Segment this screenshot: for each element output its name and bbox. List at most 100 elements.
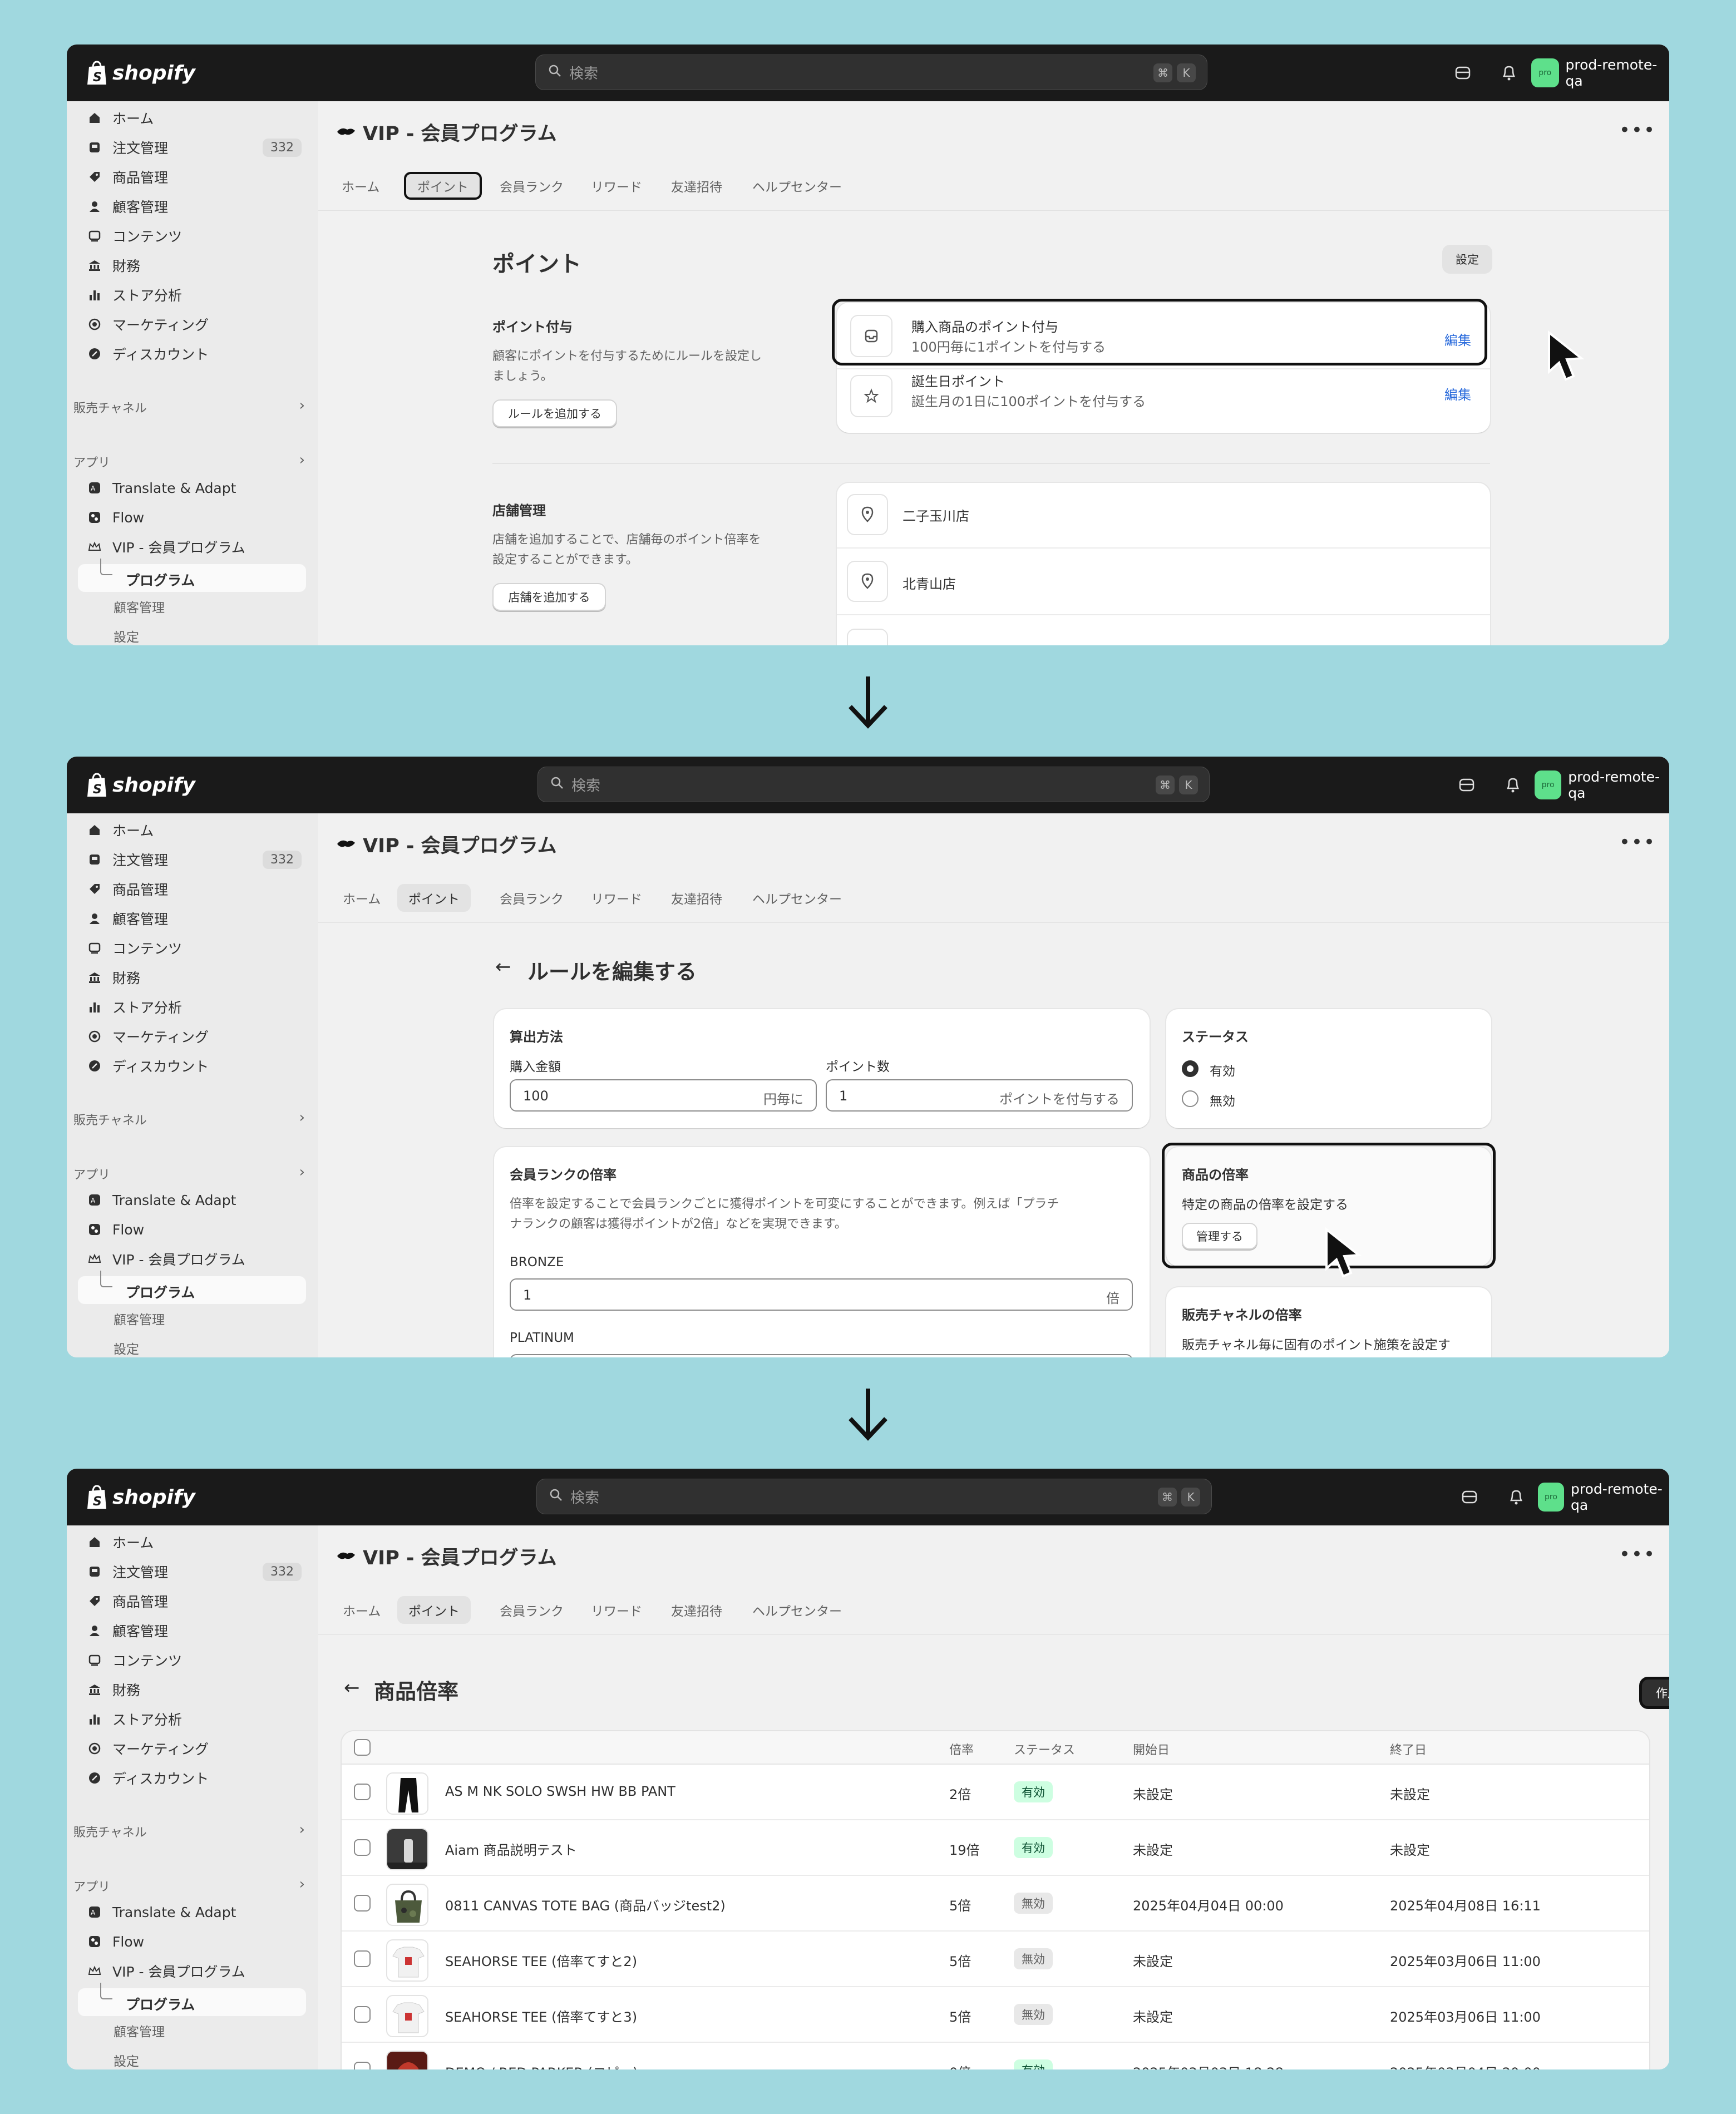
sidebar-item-finance[interactable]: 財務 xyxy=(87,964,309,991)
sidebar-item-home[interactable]: ホーム xyxy=(87,105,309,131)
product-name[interactable]: DEMO / RED PARKER (コピー) xyxy=(445,2062,638,2069)
sidebar-item-discounts[interactable]: ディスカウント xyxy=(87,340,309,367)
tab-rewards[interactable]: リワード xyxy=(580,172,653,200)
row-checkbox[interactable] xyxy=(354,2062,371,2069)
sidebar-subitem-program[interactable]: プログラム xyxy=(78,559,306,592)
sidebar-item-orders[interactable]: 注文管理 332 xyxy=(87,846,309,873)
search-input[interactable]: 検索 ⌘ K xyxy=(537,767,1210,802)
tab-rewards[interactable]: リワード xyxy=(580,884,653,912)
tab-referral[interactable]: 友達招待 xyxy=(660,172,733,200)
tab-help-center[interactable]: ヘルプセンター xyxy=(741,172,853,200)
tab-rewards[interactable]: リワード xyxy=(580,1596,653,1624)
sidebar-item-flow[interactable]: Flow xyxy=(87,504,309,531)
sidebar-item-customers[interactable]: 顧客管理 xyxy=(87,1617,309,1644)
sales-channels-section[interactable]: 販売チャネル › xyxy=(73,397,313,416)
product-name[interactable]: Aiam 商品説明テスト xyxy=(445,1839,577,1859)
column-header-rate[interactable]: 倍率 xyxy=(949,1740,974,1758)
sidebar-item-translate-adapt[interactable]: A Translate & Adapt xyxy=(87,1187,309,1213)
sidebar-item-home[interactable]: ホーム xyxy=(87,1529,309,1555)
bell-icon[interactable] xyxy=(1497,61,1521,85)
tab-points[interactable]: ポイント xyxy=(404,172,482,200)
table-row[interactable]: SEAHORSE TEE (倍率てすと3) 5倍 無効 未設定 2025年03月06日 … xyxy=(342,1987,1649,2043)
table-row[interactable]: SEAHORSE TEE (倍率てすと2) 5倍 無効 未設定 2025年03月06日 … xyxy=(342,1932,1649,1987)
apps-section[interactable]: アプリ › xyxy=(73,1876,313,1895)
product-name[interactable]: 0811 CANVAS TOTE BAG (商品バッジtest2) xyxy=(445,1895,726,1914)
bronze-multiplier-input[interactable]: 1倍 xyxy=(510,1278,1133,1311)
select-all-checkbox[interactable] xyxy=(354,1739,371,1756)
more-actions-button[interactable]: ••• xyxy=(1619,1543,1656,1565)
settings-button[interactable]: 設定 xyxy=(1442,245,1492,274)
sidebar-subitem-program[interactable]: プログラム xyxy=(78,1271,306,1304)
tab-points[interactable]: ポイント xyxy=(397,1596,471,1624)
store-switcher[interactable]: pro prod-remote-qa xyxy=(1535,769,1669,801)
add-rule-button[interactable]: ルールを追加する xyxy=(492,399,617,427)
sidebar-item-marketing[interactable]: マーケティング xyxy=(87,311,309,338)
sidebar-item-content[interactable]: コンテンツ xyxy=(87,1647,309,1673)
sidebar-item-vip[interactable]: VIP - 会員プログラム xyxy=(87,534,309,560)
shopify-logo[interactable]: S shopify xyxy=(86,769,195,801)
tab-ranks[interactable]: 会員ランク xyxy=(489,172,575,200)
tab-points[interactable]: ポイント xyxy=(397,884,471,912)
sidebar-item-content[interactable]: コンテンツ xyxy=(87,935,309,961)
sidebar-subitem-customers[interactable]: 顧客管理 xyxy=(114,597,165,616)
sidebar-item-home[interactable]: ホーム xyxy=(87,817,309,843)
shopify-logo[interactable]: S shopify xyxy=(86,57,195,89)
tab-home[interactable]: ホーム xyxy=(332,884,392,912)
back-arrow-icon[interactable]: ← xyxy=(495,956,511,978)
sidebar-item-marketing[interactable]: マーケティング xyxy=(87,1023,309,1050)
sidebar-item-customers[interactable]: 顧客管理 xyxy=(87,193,309,220)
sidebar-item-orders[interactable]: 注文管理 332 xyxy=(87,134,309,161)
search-input[interactable]: 検索 ⌘ K xyxy=(535,55,1207,90)
sidebar-item-discounts[interactable]: ディスカウント xyxy=(87,1053,309,1079)
table-row[interactable]: Aiam 商品説明テスト 19倍 有効 未設定 未設定 xyxy=(342,1820,1649,1876)
bell-icon[interactable] xyxy=(1505,1485,1528,1509)
tab-help-center[interactable]: ヘルプセンター xyxy=(741,884,853,912)
add-store-button[interactable]: 店舗を追加する xyxy=(492,583,606,611)
sidebar-item-orders[interactable]: 注文管理 332 xyxy=(87,1558,309,1585)
table-row[interactable]: 0811 CANVAS TOTE BAG (商品バッジtest2) 5倍 無効 202… xyxy=(342,1876,1649,1932)
sidebar-subitem-program[interactable]: プログラム xyxy=(78,1983,306,2016)
row-checkbox[interactable] xyxy=(354,2006,371,2023)
sidebar-subitem-settings[interactable]: 設定 xyxy=(114,2051,139,2069)
product-name[interactable]: SEAHORSE TEE (倍率てすと3) xyxy=(445,2006,637,2026)
search-input[interactable]: 検索 ⌘ K xyxy=(536,1479,1212,1514)
status-active-radio[interactable] xyxy=(1182,1060,1199,1077)
tab-referral[interactable]: 友達招待 xyxy=(660,884,733,912)
sidebar-item-customers[interactable]: 顧客管理 xyxy=(87,905,309,932)
sidebar-item-translate-adapt[interactable]: A Translate & Adapt xyxy=(87,1899,309,1925)
tab-home[interactable]: ホーム xyxy=(331,172,391,200)
store-switcher[interactable]: pro prod-remote-qa xyxy=(1538,1481,1669,1513)
product-name[interactable]: SEAHORSE TEE (倍率てすと2) xyxy=(445,1950,637,1970)
sidebar-subitem-customers[interactable]: 顧客管理 xyxy=(114,1309,165,1328)
tab-referral[interactable]: 友達招待 xyxy=(660,1596,733,1624)
sidekick-icon[interactable] xyxy=(1455,773,1478,797)
apps-section[interactable]: アプリ › xyxy=(73,452,313,471)
row-checkbox[interactable] xyxy=(354,1784,371,1800)
points-input[interactable]: 1 ポイントを付与する xyxy=(826,1079,1133,1112)
sidebar-item-finance[interactable]: 財務 xyxy=(87,1676,309,1703)
store-switcher[interactable]: pro prod-remote-qa xyxy=(1531,57,1669,89)
store-item-name[interactable]: 二子玉川店 xyxy=(902,505,969,525)
sidebar-item-vip[interactable]: VIP - 会員プログラム xyxy=(87,1958,309,1984)
sidebar-item-products[interactable]: 商品管理 xyxy=(87,1588,309,1614)
table-row[interactable]: AS M NK SOLO SWSH HW BB PANT 2倍 有効 未設定 未設定 xyxy=(342,1765,1649,1820)
sales-channels-section[interactable]: 販売チャネル › xyxy=(73,1821,313,1840)
sidebar-subitem-settings[interactable]: 設定 xyxy=(114,1338,139,1357)
sidebar-item-products[interactable]: 商品管理 xyxy=(87,164,309,190)
column-header-start[interactable]: 開始日 xyxy=(1133,1740,1170,1758)
sidebar-item-content[interactable]: コンテンツ xyxy=(87,223,309,249)
tab-help-center[interactable]: ヘルプセンター xyxy=(741,1596,853,1624)
shopify-logo[interactable]: S shopify xyxy=(86,1481,195,1513)
store-item-name[interactable]: 北青山店 xyxy=(902,573,956,592)
more-actions-button[interactable]: ••• xyxy=(1619,831,1656,853)
table-row[interactable]: DEMO / RED PARKER (コピー) 0倍 有効 2025年03月03日 1… xyxy=(342,2043,1649,2069)
sidekick-icon[interactable] xyxy=(1458,1485,1481,1509)
tab-ranks[interactable]: 会員ランク xyxy=(489,1596,575,1624)
sidekick-icon[interactable] xyxy=(1451,61,1474,85)
sidebar-subitem-customers[interactable]: 顧客管理 xyxy=(114,2021,165,2040)
product-name[interactable]: AS M NK SOLO SWSH HW BB PANT xyxy=(445,1784,675,1799)
row-checkbox[interactable] xyxy=(354,1950,371,1967)
column-header-end[interactable]: 終了日 xyxy=(1390,1740,1427,1758)
bell-icon[interactable] xyxy=(1501,773,1525,797)
amount-input[interactable]: 100 円毎に xyxy=(510,1079,817,1112)
